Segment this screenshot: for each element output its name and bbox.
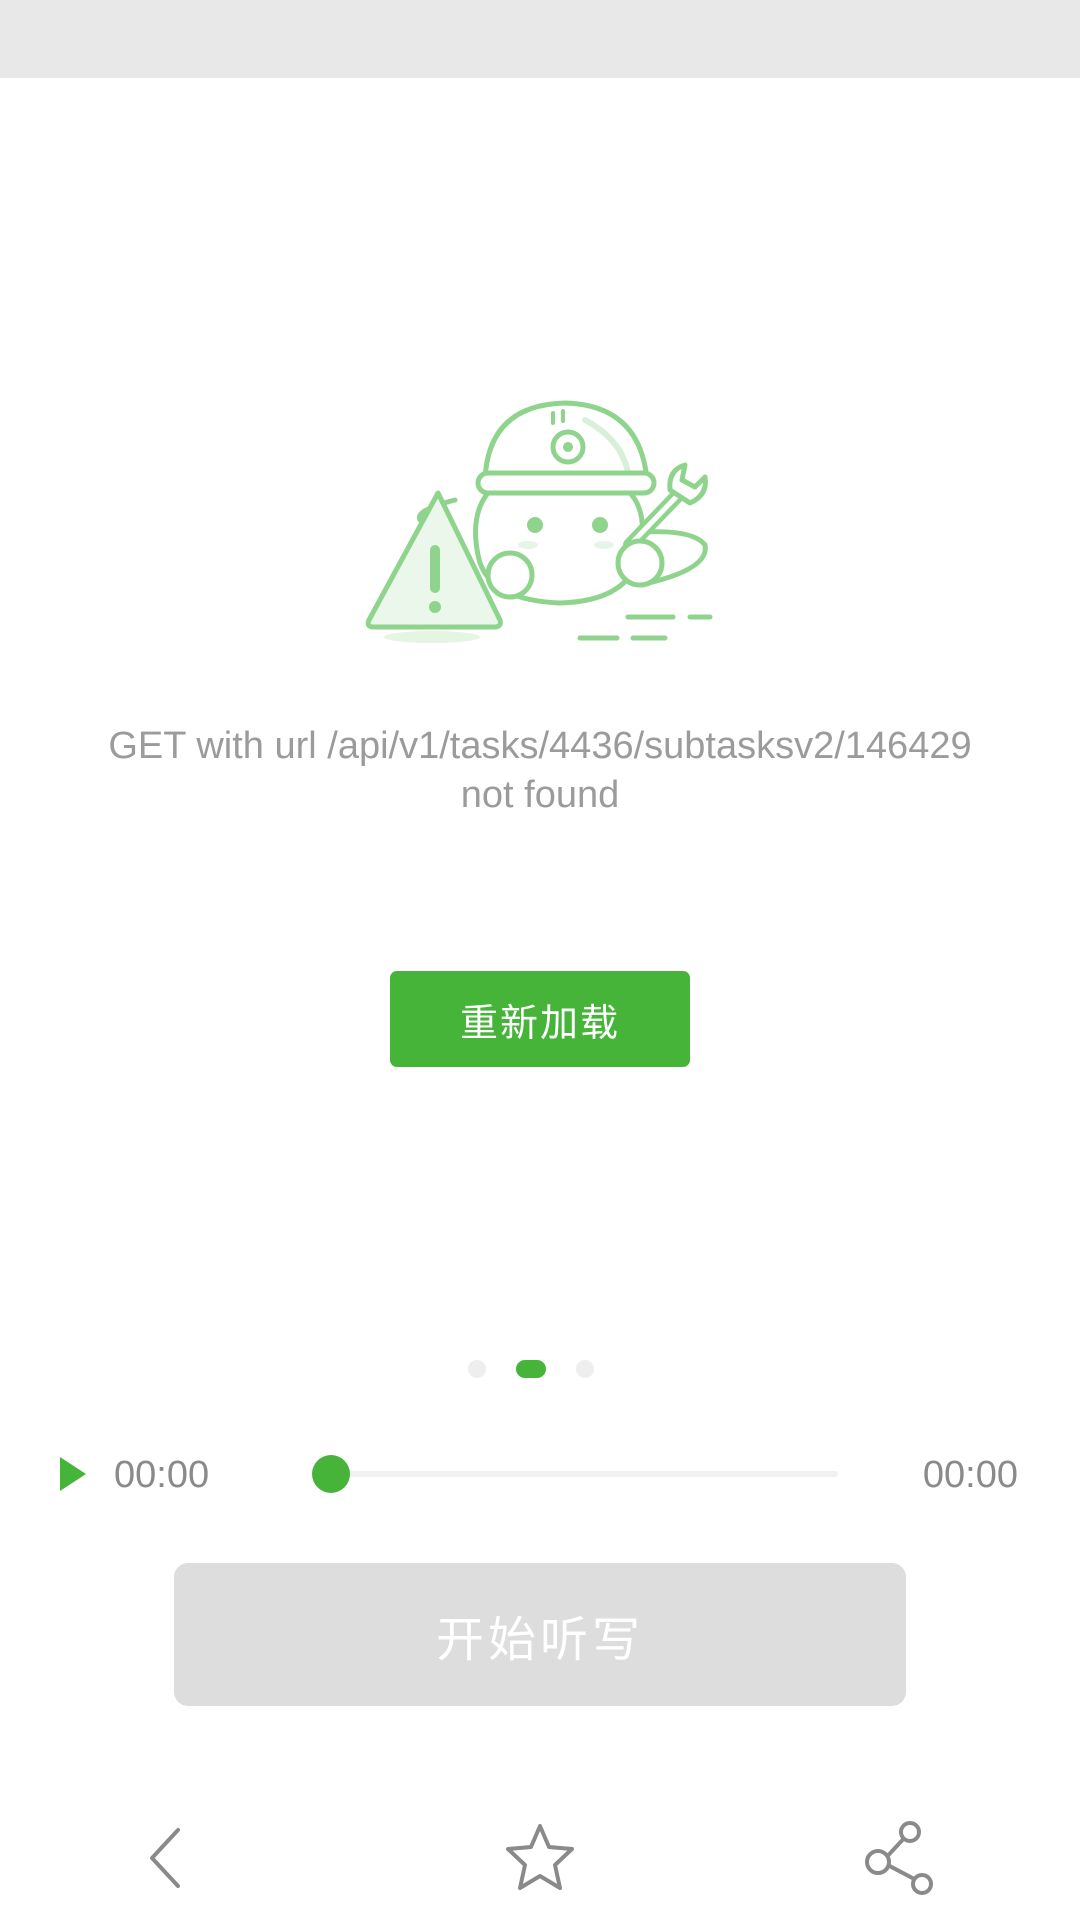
page-dot-active[interactable] [516, 1360, 546, 1378]
audio-player: 00:00 00:00 [0, 1440, 1080, 1510]
page-dot[interactable] [468, 1360, 486, 1378]
progress-track[interactable] [330, 1471, 838, 1477]
back-chevron-icon[interactable] [130, 1818, 210, 1898]
screen: GET with url /api/v1/tasks/4436/subtasks… [0, 0, 1080, 1920]
total-time: 00:00 [922, 1454, 1018, 1496]
error-message: GET with url /api/v1/tasks/4436/subtasks… [108, 725, 972, 816]
page-dot[interactable] [576, 1360, 594, 1378]
start-dictation-button[interactable]: 开始听写 [174, 1563, 906, 1706]
play-icon[interactable] [58, 1455, 88, 1493]
error-illustration [365, 400, 713, 643]
status-bar [0, 0, 1080, 78]
current-time: 00:00 [114, 1454, 210, 1496]
reload-button[interactable]: 重新加载 [390, 971, 690, 1067]
bottom-nav [0, 1800, 1080, 1920]
progress-thumb[interactable] [312, 1455, 350, 1493]
star-icon[interactable] [500, 1818, 580, 1898]
page-indicator [0, 1360, 1080, 1380]
share-icon[interactable] [860, 1818, 940, 1898]
